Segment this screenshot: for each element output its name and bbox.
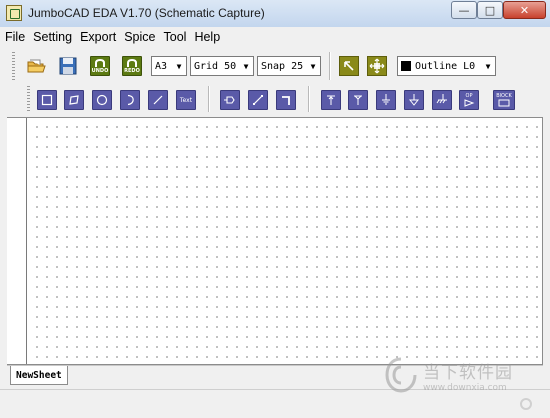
layer-value: Outline L0 <box>415 60 476 72</box>
layer-select[interactable]: Outline L0 ▼ <box>397 56 496 76</box>
menu-file[interactable]: File <box>2 30 28 44</box>
close-button[interactable]: ✕ <box>503 1 546 19</box>
redo-label: REDO <box>124 68 140 74</box>
wire-tool-button[interactable] <box>248 90 268 110</box>
grid-select[interactable]: Grid 50 ▼ <box>190 56 254 76</box>
snap-select[interactable]: Snap 25 ▼ <box>257 56 321 76</box>
page-size-value: A3 <box>155 60 168 72</box>
ground-icon <box>382 94 390 105</box>
folder-icon <box>27 59 46 73</box>
menu-bar: File Setting Export Spice Tool Help <box>0 27 550 46</box>
vdd-tool-button[interactable] <box>348 90 368 110</box>
polygon-icon <box>69 95 79 105</box>
toolbar-grip[interactable] <box>12 52 15 80</box>
ground-tool-button[interactable] <box>376 90 396 110</box>
menu-help[interactable]: Help <box>191 30 223 44</box>
undo-label: UNDO <box>91 68 109 74</box>
bus-tool-button[interactable] <box>276 90 296 110</box>
chevron-down-icon: ▼ <box>176 61 182 71</box>
sheet-tab-bar: NewSheet <box>7 365 543 386</box>
block-icon <box>498 99 510 107</box>
text-tool-button[interactable]: Text <box>176 90 196 110</box>
rectangle-tool-button[interactable] <box>37 90 57 110</box>
menu-export[interactable]: Export <box>77 30 119 44</box>
port-tool-button[interactable] <box>220 90 240 110</box>
open-button[interactable] <box>26 56 46 76</box>
rectangle-icon <box>41 94 53 106</box>
chevron-down-icon: ▼ <box>243 61 249 71</box>
sheet-tab-newsheet[interactable]: NewSheet <box>10 366 68 385</box>
toolbar-separator <box>308 86 310 112</box>
corner-wire-icon <box>282 96 290 105</box>
menu-tool[interactable]: Tool <box>161 30 190 44</box>
maximize-button[interactable]: □ <box>477 1 503 19</box>
redo-icon <box>127 59 137 67</box>
line-tool-button[interactable] <box>148 90 168 110</box>
menu-spice[interactable]: Spice <box>121 30 158 44</box>
chevron-down-icon: ▼ <box>310 61 316 71</box>
toolbar-separator <box>208 86 210 112</box>
toolbar-separator <box>329 52 331 80</box>
diagonal-wire-icon <box>253 95 263 105</box>
circle-tool-button[interactable] <box>92 90 112 110</box>
text-tool-label: Text <box>179 96 193 104</box>
opamp-icon <box>464 98 475 107</box>
signal-ground-icon <box>408 94 420 106</box>
resize-grip-icon[interactable] <box>520 398 532 410</box>
polygon-tool-button[interactable] <box>64 90 84 110</box>
opamp-tool-button[interactable]: OP <box>459 90 479 110</box>
port-icon <box>224 96 235 104</box>
grid-value: Grid 50 <box>194 60 237 72</box>
redo-button[interactable]: REDO <box>122 56 142 76</box>
app-icon <box>6 5 22 21</box>
select-tool-button[interactable] <box>339 56 359 76</box>
canvas-left-margin <box>7 118 27 364</box>
minimize-button[interactable]: — <box>451 1 477 19</box>
vdd-icon <box>354 95 362 105</box>
signal-ground-tool-button[interactable] <box>404 90 424 110</box>
vcc-tool-button[interactable] <box>321 90 341 110</box>
status-bar <box>0 389 550 418</box>
menu-setting[interactable]: Setting <box>30 30 75 44</box>
page-size-select[interactable]: A3 ▼ <box>151 56 187 76</box>
floppy-icon <box>59 57 77 75</box>
circle-icon <box>96 94 108 106</box>
line-icon <box>153 95 163 105</box>
vcc-icon <box>327 95 335 105</box>
window-title: JumboCAD EDA V1.70 (Schematic Capture) <box>28 6 265 20</box>
hand-icon <box>369 58 385 74</box>
undo-icon <box>95 59 105 67</box>
pan-tool-button[interactable] <box>367 56 387 76</box>
chassis-ground-icon <box>436 94 447 104</box>
save-button[interactable] <box>58 56 78 76</box>
layer-color-swatch <box>401 61 411 71</box>
chevron-down-icon: ▼ <box>485 61 491 71</box>
toolbar-grip[interactable] <box>27 86 30 112</box>
snap-value: Snap 25 <box>261 60 304 72</box>
undo-button[interactable]: UNDO <box>90 56 110 76</box>
arc-tool-button[interactable] <box>120 90 140 110</box>
chassis-ground-tool-button[interactable] <box>432 90 452 110</box>
schematic-canvas[interactable] <box>30 120 540 362</box>
arrow-select-icon <box>344 61 354 71</box>
arc-icon <box>127 94 134 106</box>
title-bar[interactable]: JumboCAD EDA V1.70 (Schematic Capture) —… <box>0 0 550 28</box>
block-tool-button[interactable]: BlOCK <box>493 90 515 110</box>
